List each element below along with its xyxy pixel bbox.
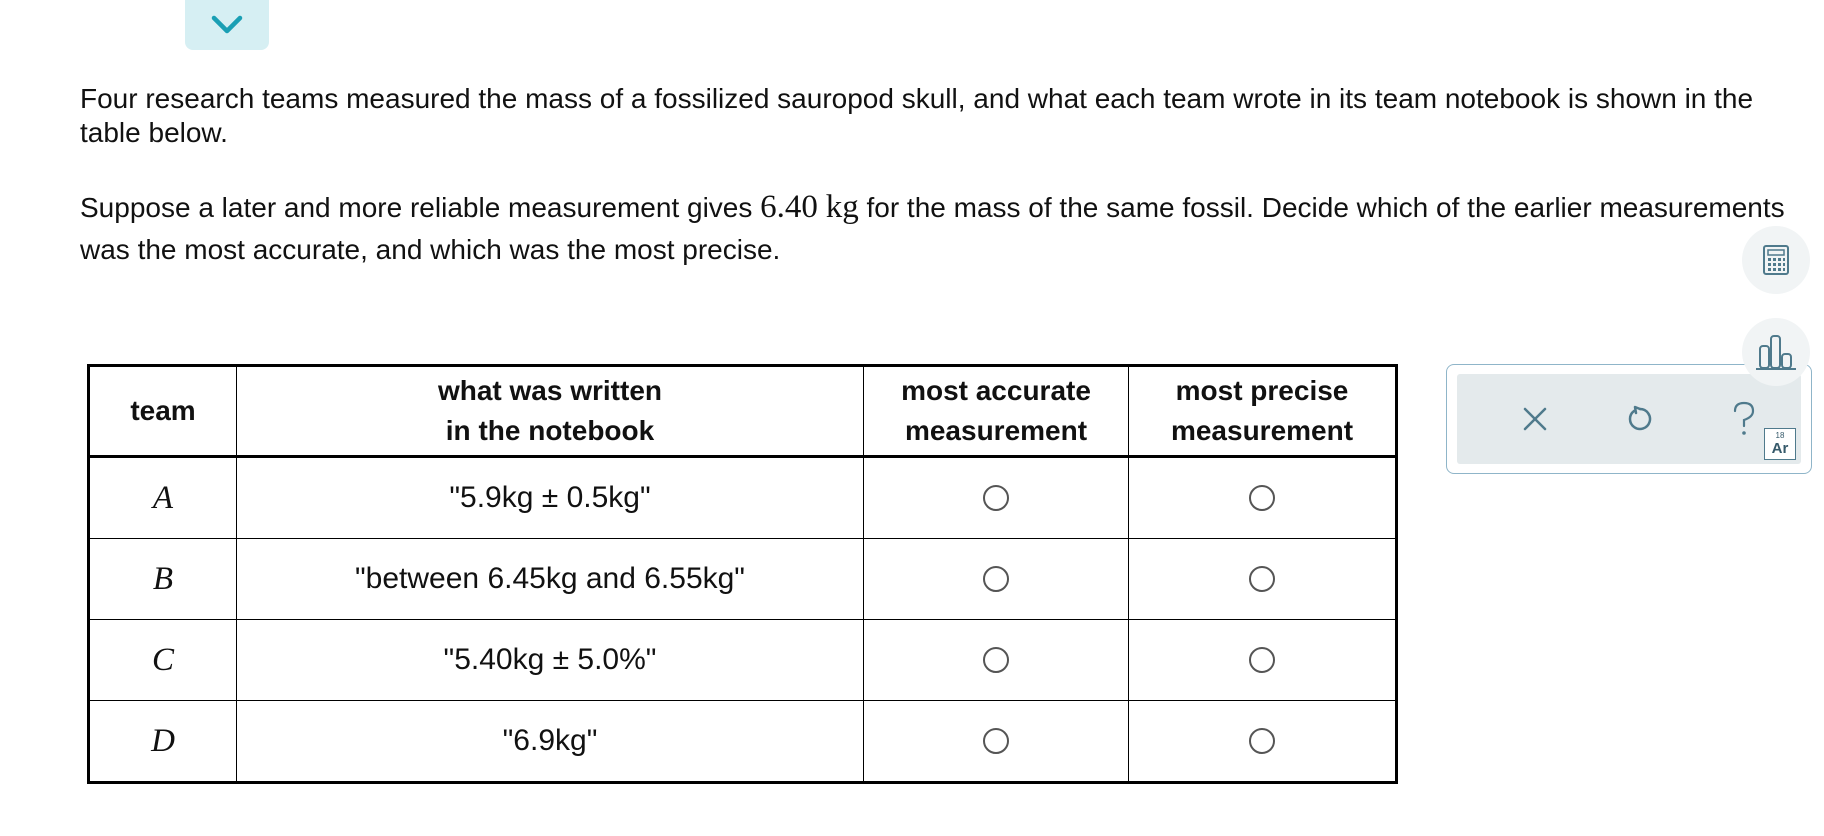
team-cell: A	[88, 456, 237, 539]
notebook-entry: "6.9kg"	[236, 700, 864, 783]
page: Four research teams measured the mass of…	[0, 0, 1824, 836]
team-label: D	[151, 722, 175, 759]
header-precise-line2: measurement	[1170, 415, 1354, 446]
close-icon	[1523, 407, 1547, 431]
header-team: team	[88, 365, 237, 458]
accurate-radio-b[interactable]	[983, 566, 1009, 592]
header-accurate-line1: most accurate	[901, 375, 1091, 406]
undo-button[interactable]	[1617, 396, 1663, 442]
precise-radio-d[interactable]	[1249, 728, 1275, 754]
table-row: C "5.40kg ± 5.0%"	[88, 619, 1397, 701]
header-most-accurate: most accurate measurement	[863, 365, 1129, 458]
periodic-table-button[interactable]: 18 Ar	[1764, 428, 1796, 460]
accurate-radio-c[interactable]	[983, 647, 1009, 673]
precise-radio-c[interactable]	[1249, 647, 1275, 673]
accurate-cell	[863, 538, 1129, 620]
clear-button[interactable]	[1512, 396, 1558, 442]
precise-cell	[1128, 619, 1397, 701]
table-header-row: team what was written in the notebook mo…	[88, 365, 1397, 458]
problem-statement: Four research teams measured the mass of…	[80, 82, 1810, 271]
precise-radio-a[interactable]	[1249, 485, 1275, 511]
notebook-entry: "between 6.45kg and 6.55kg"	[236, 538, 864, 620]
accurate-cell	[863, 619, 1129, 701]
periodic-table-icon: 18 Ar	[1765, 431, 1795, 456]
undo-icon	[1628, 405, 1652, 431]
header-most-precise: most precise measurement	[1128, 365, 1397, 458]
problem-paragraph-1: Four research teams measured the mass of…	[80, 83, 1754, 148]
header-precise-line1: most precise	[1175, 375, 1349, 406]
precise-cell	[1128, 538, 1397, 620]
header-notebook-line1: what was written	[437, 375, 663, 406]
chevron-down-icon	[211, 15, 243, 34]
problem-paragraph-2: Suppose a later and more reliable measur…	[80, 186, 1810, 271]
accurate-cell	[863, 700, 1129, 783]
help-button[interactable]	[1721, 396, 1767, 442]
calculator-button[interactable]	[1742, 226, 1810, 294]
notebook-entry: "5.9kg ± 0.5kg"	[236, 456, 864, 539]
header-accurate-line2: measurement	[904, 415, 1088, 446]
team-label: B	[152, 560, 174, 597]
accurate-cell	[863, 456, 1129, 539]
team-cell: D	[88, 700, 237, 783]
data-chart-icon	[1756, 335, 1796, 370]
team-label: A	[152, 479, 174, 516]
team-cell: B	[88, 538, 237, 620]
accurate-radio-d[interactable]	[983, 728, 1009, 754]
table-row: A "5.9kg ± 0.5kg"	[88, 456, 1397, 539]
data-chart-button[interactable]	[1742, 318, 1810, 386]
problem-text-before: Suppose a later and more reliable measur…	[80, 192, 761, 223]
header-notebook: what was written in the notebook	[236, 365, 864, 458]
collapse-toggle-button[interactable]	[185, 0, 269, 50]
periodic-symbol: Ar	[1771, 440, 1789, 457]
help-icon	[1733, 401, 1755, 435]
precise-radio-b[interactable]	[1249, 566, 1275, 592]
calculator-icon	[1763, 245, 1789, 275]
precise-cell	[1128, 700, 1397, 783]
table-row: D "6.9kg"	[88, 700, 1397, 783]
team-label: C	[151, 641, 174, 678]
reference-mass-unit: kg	[825, 189, 859, 225]
precise-cell	[1128, 456, 1397, 539]
notebook-entry: "5.40kg ± 5.0%"	[236, 619, 864, 701]
header-notebook-line2: in the notebook	[445, 415, 655, 446]
reference-mass-value: 6.40	[760, 189, 818, 225]
measurements-table: team what was written in the notebook mo…	[87, 364, 1398, 784]
answer-action-bar	[1457, 374, 1801, 464]
accurate-radio-a[interactable]	[983, 485, 1009, 511]
table-row: B "between 6.45kg and 6.55kg"	[88, 538, 1397, 620]
team-cell: C	[88, 619, 237, 701]
